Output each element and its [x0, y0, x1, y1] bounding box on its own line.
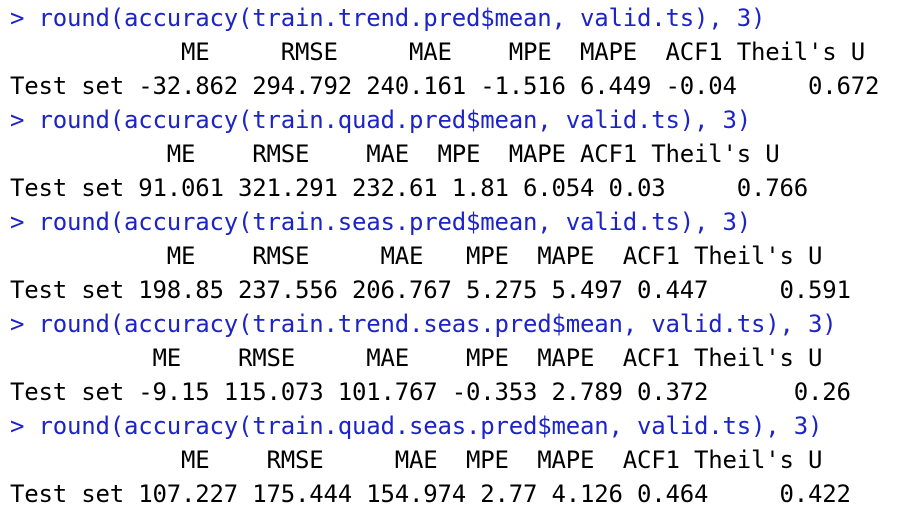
accuracy-table-row: Test set -9.15 115.073 101.767 -0.353 2.…	[10, 378, 851, 406]
command-text: round(accuracy(train.quad.pred$mean, val…	[38, 106, 752, 134]
command-text: round(accuracy(train.seas.pred$mean, val…	[38, 208, 752, 236]
accuracy-table-header: ME RMSE MAE MPE MAPE ACF1 Theil's U	[10, 38, 865, 66]
accuracy-table-row: Test set 91.061 321.291 232.61 1.81 6.05…	[10, 174, 808, 202]
prompt-symbol: >	[10, 4, 39, 32]
r-console[interactable]: > round(accuracy(train.trend.pred$mean, …	[0, 0, 904, 510]
accuracy-table-row: Test set -32.862 294.792 240.161 -1.516 …	[10, 72, 880, 100]
command-text: round(accuracy(train.trend.seas.pred$mea…	[38, 310, 837, 338]
console-command-line: > round(accuracy(train.quad.seas.pred$me…	[10, 409, 904, 443]
accuracy-table-row: Test set 107.227 175.444 154.974 2.77 4.…	[10, 480, 851, 508]
console-command-line: > round(accuracy(train.seas.pred$mean, v…	[10, 205, 904, 239]
accuracy-table-header: ME RMSE MAE MPE MAPE ACF1 Theil's U	[10, 446, 823, 474]
prompt-symbol: >	[10, 106, 39, 134]
accuracy-table-header: ME RMSE MAE MPE MAPE ACF1 Theil's U	[10, 242, 823, 270]
accuracy-table-row: Test set 198.85 237.556 206.767 5.275 5.…	[10, 276, 851, 304]
console-command-line: > round(accuracy(train.quad.pred$mean, v…	[10, 103, 904, 137]
command-text: round(accuracy(train.quad.seas.pred$mean…	[38, 412, 823, 440]
console-command-line: > round(accuracy(train.trend.seas.pred$m…	[10, 307, 904, 341]
console-command-line: > round(accuracy(train.trend.pred$mean, …	[10, 1, 904, 35]
prompt-symbol: >	[10, 310, 39, 338]
command-text: round(accuracy(train.trend.pred$mean, va…	[38, 4, 766, 32]
accuracy-table-header: ME RMSE MAE MPE MAPE ACF1 Theil's U	[10, 140, 780, 168]
prompt-symbol: >	[10, 208, 39, 236]
accuracy-table-header: ME RMSE MAE MPE MAPE ACF1 Theil's U	[10, 344, 823, 372]
prompt-symbol: >	[10, 412, 39, 440]
